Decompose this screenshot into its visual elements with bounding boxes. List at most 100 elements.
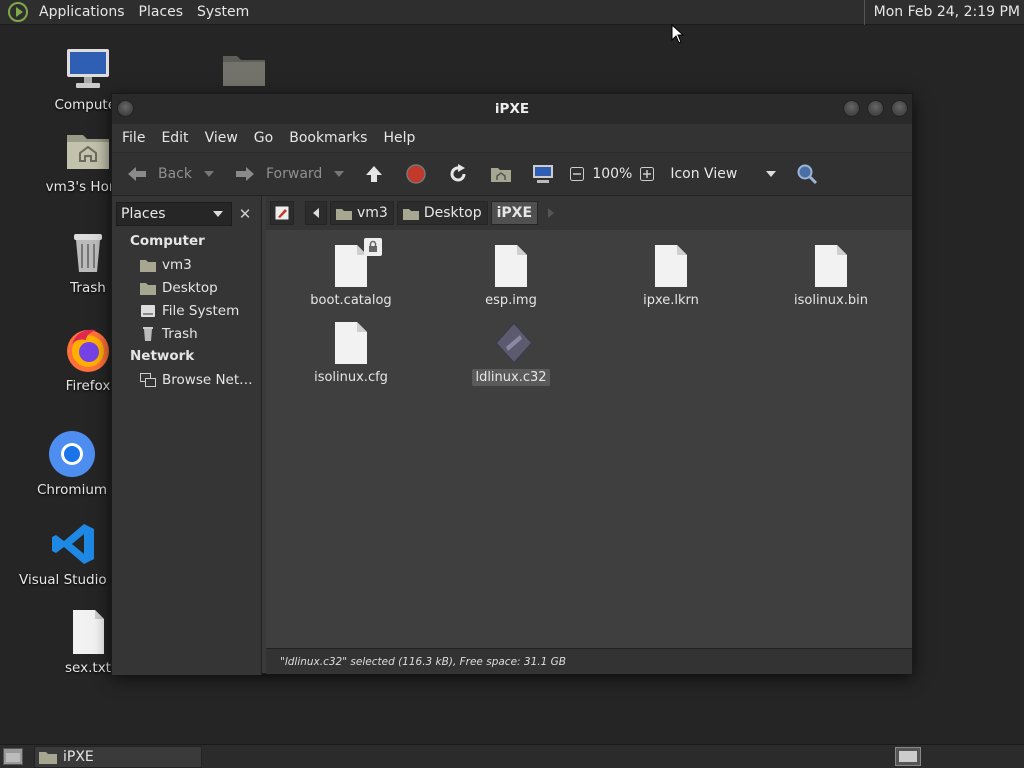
location-toggle-button[interactable]	[270, 201, 294, 225]
firefox-icon	[64, 326, 112, 374]
search-button[interactable]	[790, 159, 824, 189]
back-button[interactable]: Back	[120, 159, 198, 189]
sidebar-item-vm3[interactable]: vm3	[140, 256, 192, 274]
sidebar-item-desktop[interactable]: Desktop	[140, 279, 218, 297]
chevron-down-icon	[213, 211, 223, 217]
taskbar-item-ipxe[interactable]: iPXE	[34, 746, 202, 768]
menu-places[interactable]: Places	[132, 4, 191, 20]
reload-icon	[450, 164, 466, 182]
view-mode-dropdown[interactable]	[766, 171, 777, 177]
computer-button[interactable]	[526, 159, 560, 189]
menu-go[interactable]: Go	[249, 130, 284, 146]
view-mode-select[interactable]: Icon View	[664, 159, 760, 189]
maximize-button[interactable]	[867, 100, 884, 117]
sidebar-type-select[interactable]: Places	[116, 202, 232, 226]
desktop-folder-icon	[140, 283, 156, 295]
sidebar-close-button[interactable]: ✕	[234, 202, 256, 226]
sidebar-item-file-system[interactable]: File System	[140, 302, 239, 320]
close-button[interactable]	[891, 100, 908, 117]
window-titlebar[interactable]: iPXE	[112, 94, 912, 124]
desktop-icon-vscode[interactable]: Visual Studio Code	[19, 520, 111, 588]
clock[interactable]: Mon Feb 24, 2:19 PM	[863, 0, 1024, 25]
menu-applications[interactable]: Applications	[32, 4, 132, 20]
file-isolinux-bin[interactable]: isolinux.bin	[766, 244, 896, 309]
network-icon	[140, 373, 156, 387]
file-icon	[654, 244, 688, 288]
executable-icon	[494, 321, 534, 365]
menu-view[interactable]: View	[200, 130, 249, 146]
path-crumb-ipxe[interactable]: iPXE	[490, 201, 539, 225]
home-folder-icon	[336, 208, 352, 220]
distro-logo-icon[interactable]	[8, 2, 28, 22]
menu-bookmarks[interactable]: Bookmarks	[284, 130, 378, 146]
menu-help[interactable]: Help	[378, 130, 426, 146]
path-scroll-left-button[interactable]	[305, 201, 327, 225]
menu-edit[interactable]: Edit	[156, 130, 199, 146]
workspace-switcher-icon[interactable]	[895, 747, 921, 766]
back-history-dropdown[interactable]	[204, 171, 214, 177]
zoom-level[interactable]: 100%	[590, 159, 634, 189]
stop-button[interactable]	[400, 159, 432, 189]
up-button[interactable]	[358, 159, 390, 189]
trash-icon	[143, 327, 153, 341]
edit-icon	[275, 206, 289, 220]
file-manager-window: iPXE File Edit View Go Bookmarks Help Ba…	[111, 93, 913, 675]
forward-button[interactable]: Forward	[228, 159, 328, 189]
minimize-button[interactable]	[843, 100, 860, 117]
file-esp-img[interactable]: esp.img	[446, 244, 576, 309]
home-folder-icon	[140, 260, 156, 272]
status-bar: "ldlinux.c32" selected (116.3 kB), Free …	[266, 648, 912, 674]
sidebar: Places ✕ Computer vm3 Desktop File Syste…	[112, 196, 262, 675]
vscode-icon	[50, 520, 98, 568]
stop-icon	[406, 164, 427, 184]
file-boot-catalog[interactable]: boot.catalog	[286, 238, 416, 309]
menu-file[interactable]: File	[117, 130, 156, 146]
file-isolinux-cfg[interactable]: isolinux.cfg	[286, 321, 416, 386]
zoom-out-button[interactable]	[564, 159, 590, 189]
bottom-panel: iPXE	[0, 744, 1024, 768]
file-icon	[334, 238, 382, 288]
file-view[interactable]: boot.catalog esp.img ipxe.lkrn isolinux.…	[266, 230, 912, 648]
chevron-left-icon	[313, 208, 319, 218]
reload-button[interactable]	[442, 159, 474, 189]
forward-history-dropdown[interactable]	[334, 171, 345, 177]
top-panel: Applications Places System Mon Feb 24, 2…	[0, 0, 1024, 25]
path-crumb-desktop[interactable]: Desktop	[396, 201, 488, 225]
menu-system[interactable]: System	[190, 4, 256, 20]
folder-icon	[39, 752, 57, 764]
zoom-in-icon	[640, 167, 655, 181]
back-arrow-icon	[128, 167, 146, 181]
home-folder-icon	[491, 168, 512, 182]
desktop-folder-icon[interactable]	[221, 48, 267, 88]
text-file-icon	[64, 608, 112, 656]
file-ldlinux-c32[interactable]: ldlinux.c32	[446, 321, 576, 386]
file-ipxe-lkrn[interactable]: ipxe.lkrn	[606, 244, 736, 309]
window-menu-button[interactable]	[117, 100, 134, 117]
desktop-folder-icon	[402, 208, 419, 220]
close-icon: ✕	[238, 205, 252, 223]
zoom-out-icon	[570, 167, 585, 181]
home-button[interactable]	[484, 159, 518, 189]
path-bar: vm3 Desktop iPXE	[266, 196, 912, 230]
sidebar-item-browse-network[interactable]: Browse Net…	[140, 371, 253, 389]
search-icon	[797, 164, 818, 185]
lock-icon	[364, 238, 382, 256]
drive-icon	[141, 305, 155, 317]
window-title: iPXE	[494, 101, 530, 117]
chevron-right-icon[interactable]	[547, 208, 555, 218]
chromium-icon	[48, 430, 96, 478]
up-arrow-icon	[366, 166, 383, 182]
toolbar: Back Forward 100% Icon View	[112, 152, 912, 196]
sidebar-item-trash[interactable]: Trash	[140, 325, 198, 343]
computer-icon	[64, 45, 112, 93]
forward-arrow-icon	[236, 167, 254, 181]
file-icon	[814, 244, 848, 288]
file-icon	[494, 244, 528, 288]
trash-icon	[64, 228, 112, 276]
zoom-in-button[interactable]	[634, 159, 660, 189]
file-icon	[334, 321, 368, 365]
show-desktop-icon[interactable]	[3, 748, 23, 765]
mouse-pointer-icon	[671, 24, 685, 44]
computer-icon	[533, 165, 554, 183]
path-crumb-vm3[interactable]: vm3	[330, 201, 394, 225]
